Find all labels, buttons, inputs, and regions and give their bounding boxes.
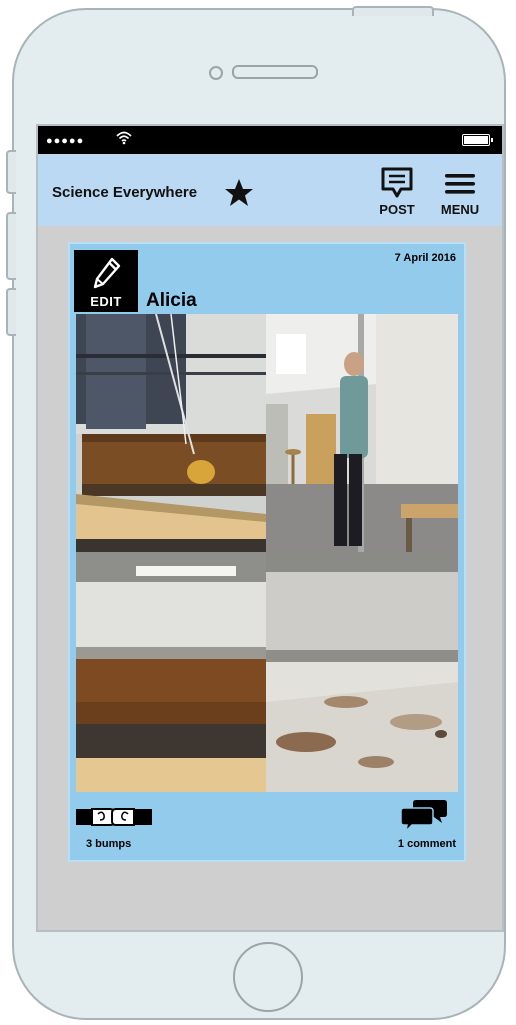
pencil-icon [93,257,121,289]
star-icon[interactable] [224,178,254,208]
menu-icon [445,174,475,194]
status-bar: ●●●●● [38,126,502,154]
menu-label: MENU [440,202,480,217]
bumps-count[interactable]: 3 bumps [86,838,131,850]
app-title: Science Everywhere [52,184,198,201]
photo-grid[interactable] [76,314,458,792]
mute-switch [6,150,16,194]
photo-tank-bottom[interactable] [266,552,458,792]
menu-button[interactable]: MENU [432,166,488,222]
home-button[interactable] [233,942,303,1012]
photo-tank-closeup-image [76,552,266,792]
post-author[interactable]: Alicia [146,290,197,312]
photo-person-classroom[interactable] [266,314,458,552]
post-icon [381,167,413,198]
screen: ●●●●● Science Everywhere POST MENU EDIT … [36,124,504,932]
edit-button[interactable]: EDIT [74,250,138,312]
volume-down-button [6,288,16,336]
volume-up-button [6,212,16,280]
photo-tank-water-image [76,314,266,552]
fist-bump-icon[interactable] [76,806,154,828]
post-date: 7 April 2016 [394,252,456,264]
app-bar: Science Everywhere POST MENU [38,154,502,226]
earpiece-speaker [232,65,318,79]
post-button[interactable]: POST [372,166,422,222]
power-button [352,6,434,16]
signal-indicator: ●●●●● [46,135,85,147]
front-camera [209,66,223,80]
wifi-icon [116,131,132,145]
photo-person-classroom-image [266,314,458,552]
photo-tank-water[interactable] [76,314,266,552]
comment-icon[interactable] [400,798,448,832]
photo-tank-bottom-image [266,552,458,792]
post-label: POST [379,202,415,217]
post-card: EDIT Alicia 7 April 2016 3 bumps 1 comme… [68,242,466,862]
battery-icon [462,134,493,146]
photo-tank-closeup[interactable] [76,552,266,792]
comments-count[interactable]: 1 comment [398,838,456,850]
edit-label: EDIT [90,294,122,309]
